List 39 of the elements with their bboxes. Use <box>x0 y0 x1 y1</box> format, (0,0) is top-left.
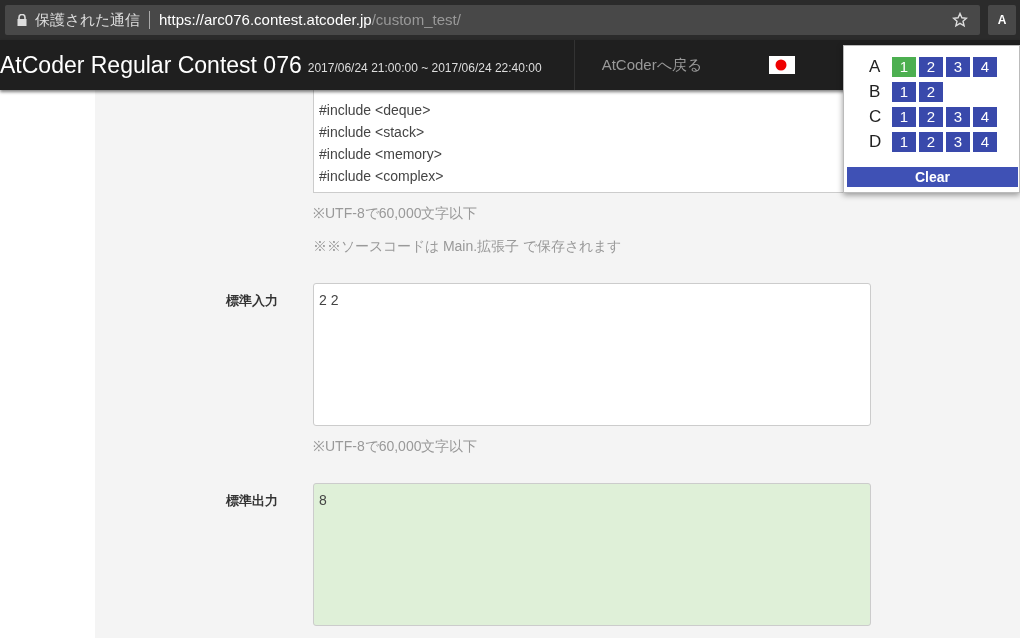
code-line: #include <memory> <box>319 145 443 164</box>
case-button[interactable]: 3 <box>946 132 970 152</box>
stdout-label: 標準出力 <box>224 492 279 510</box>
back-link[interactable]: AtCoderへ戻る <box>601 53 702 77</box>
case-button[interactable]: 3 <box>946 57 970 77</box>
case-button[interactable]: 4 <box>973 57 997 77</box>
case-button[interactable]: 4 <box>973 132 997 152</box>
code-line: #include <complex> <box>319 167 445 186</box>
case-button[interactable]: 2 <box>919 82 943 102</box>
contest-period: 2017/06/24 21:00:00 ~ 2017/06/24 22:40:00 <box>307 60 542 77</box>
problem-letter: A <box>869 57 882 77</box>
flag-icon[interactable] <box>768 56 795 74</box>
case-button[interactable]: 4 <box>973 107 997 127</box>
stdout-field: 8 <box>313 483 871 626</box>
security-label: 保護された通信 <box>35 9 140 30</box>
case-button[interactable]: 1 <box>892 107 916 127</box>
lock-icon <box>17 14 27 26</box>
case-button[interactable]: 1 <box>892 82 916 102</box>
case-button[interactable]: 2 <box>919 57 943 77</box>
case-button[interactable]: 3 <box>946 107 970 127</box>
problem-letter: D <box>869 132 883 152</box>
extension-button[interactable]: A <box>988 5 1016 35</box>
problem-letter: C <box>869 107 883 127</box>
contest-title[interactable]: AtCoder Regular Contest 076 <box>0 47 302 83</box>
case-button[interactable]: 1 <box>892 132 916 152</box>
clear-button[interactable]: Clear <box>847 167 1018 187</box>
url-text: https://arc076.contest.atcoder.jp/custom_test/ <box>159 9 461 30</box>
problem-letter: B <box>869 82 882 102</box>
stdin-label: 標準入力 <box>224 292 279 310</box>
address-bar[interactable]: 保護された通信 https://arc076.contest.atcoder.jp/custom_test/ <box>5 5 980 35</box>
case-button[interactable]: 2 <box>919 107 943 127</box>
stdin-field[interactable]: 2 2 <box>313 283 871 426</box>
star-icon[interactable] <box>952 12 968 28</box>
code-line: #include <deque> <box>319 101 432 120</box>
stdin-hint: ※UTF-8で60,000文字以下 <box>313 437 479 456</box>
case-button[interactable]: 2 <box>919 132 943 152</box>
code-line: #include <stack> <box>319 123 426 142</box>
source-hint: ※※ソースコードは Main.拡張子 で保存されます <box>313 237 622 256</box>
source-hint: ※UTF-8で60,000文字以下 <box>313 204 479 223</box>
